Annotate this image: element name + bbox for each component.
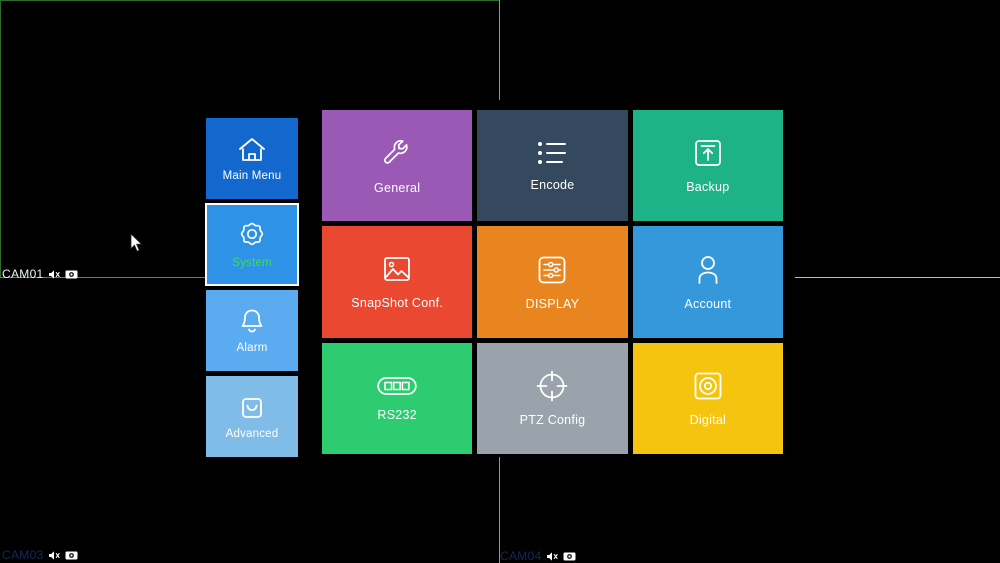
- sidebar-menu: Main Menu System Alarm Advanced: [205, 118, 299, 457]
- upload-box-icon: [692, 137, 724, 169]
- camera-name: CAM01: [2, 267, 44, 281]
- tile-label: RS232: [377, 408, 417, 423]
- tile-label: SnapShot Conf.: [351, 295, 444, 310]
- connector-icon: [377, 375, 417, 397]
- tile-backup[interactable]: Backup: [632, 110, 783, 222]
- camera-record-icon: [65, 269, 78, 280]
- camera-name: CAM03: [2, 548, 44, 562]
- tile-ptz-config[interactable]: PTZ Config: [477, 342, 628, 454]
- system-tile-grid: General Encode Backup SnapShot Conf. DIS: [322, 110, 783, 454]
- tile-account[interactable]: Account: [632, 226, 783, 338]
- sidebar-item-advanced[interactable]: Advanced: [206, 376, 298, 457]
- quadrant-top-border: [0, 0, 500, 1]
- tile-display[interactable]: DISPLAY: [477, 226, 628, 338]
- sidebar-item-main-menu[interactable]: Main Menu: [206, 118, 298, 199]
- sidebar-item-label: Advanced: [225, 428, 279, 440]
- tile-snapshot-conf[interactable]: SnapShot Conf.: [322, 226, 473, 338]
- camera-name: CAM04: [500, 549, 542, 563]
- tile-digital[interactable]: Digital: [632, 342, 783, 454]
- quadrant-horizontal-divider-right: [795, 277, 1000, 278]
- tile-general[interactable]: General: [322, 110, 473, 222]
- tile-rs232[interactable]: RS232: [322, 342, 473, 454]
- list-icon: [535, 139, 569, 167]
- dvr-screen: CAM01 CAM03 CAM04 Main Menu System Alarm…: [0, 0, 1000, 563]
- camera-record-icon: [563, 551, 576, 562]
- speaker-mute-icon: [546, 551, 559, 562]
- tile-label: DISPLAY: [525, 296, 580, 311]
- quadrant-left-border: [0, 0, 1, 278]
- user-icon: [693, 254, 723, 286]
- quadrant-vertical-divider-bottom: [499, 457, 500, 563]
- camera-label-cam04: CAM04: [500, 549, 576, 563]
- sidebar-item-label: Alarm: [236, 342, 268, 354]
- toolbox-icon: [237, 393, 267, 423]
- sidebar-item-alarm[interactable]: Alarm: [206, 290, 298, 371]
- speaker-mute-icon: [48, 269, 61, 280]
- tile-label: Account: [684, 296, 732, 311]
- sidebar-item-label: System: [232, 257, 272, 269]
- speaker-mute-icon: [48, 550, 61, 561]
- camera-label-cam01: CAM01: [2, 267, 78, 281]
- wrench-icon: [380, 136, 414, 170]
- sidebar-item-system[interactable]: System: [205, 203, 299, 286]
- camera-record-icon: [65, 550, 78, 561]
- quadrant-vertical-divider-top: [499, 0, 500, 100]
- tile-label: Backup: [686, 180, 730, 195]
- gear-icon: [236, 220, 268, 252]
- tile-label: PTZ Config: [519, 413, 586, 428]
- home-icon: [236, 135, 268, 165]
- tile-encode[interactable]: Encode: [477, 110, 628, 222]
- image-icon: [381, 255, 413, 285]
- tile-label: Digital: [689, 413, 727, 428]
- tile-label: General: [374, 181, 421, 196]
- arrow-cursor-icon: [130, 233, 144, 253]
- camera-label-cam03: CAM03: [2, 548, 78, 562]
- bell-icon: [237, 307, 267, 337]
- tile-label: Encode: [530, 178, 575, 193]
- crosshair-icon: [536, 370, 568, 402]
- speaker-box-icon: [692, 370, 724, 402]
- sidebar-item-label: Main Menu: [222, 170, 282, 182]
- sliders-icon: [536, 254, 568, 286]
